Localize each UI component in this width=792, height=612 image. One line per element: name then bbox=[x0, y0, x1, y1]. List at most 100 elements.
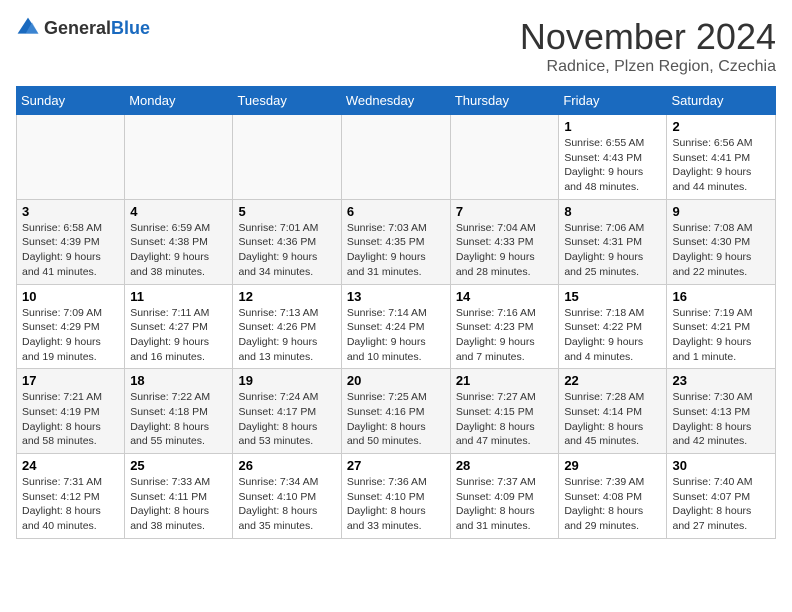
day-number: 2 bbox=[672, 119, 770, 134]
calendar-cell: 21Sunrise: 7:27 AM Sunset: 4:15 PM Dayli… bbox=[450, 369, 559, 454]
calendar-cell: 19 Sunrise: 7:24 AM Sunset: 4:17 PM Dayli… bbox=[233, 369, 341, 454]
calendar-cell bbox=[341, 115, 450, 200]
day-info: Sunrise: 6:55 AM Sunset: 4:43 PM Dayligh… bbox=[564, 136, 661, 195]
calendar-cell: 7Sunrise: 7:04 AM Sunset: 4:33 PM Daylig… bbox=[450, 199, 559, 284]
calendar-cell: 17 Sunrise: 7:21 AM Sunset: 4:19 PM Dayli… bbox=[17, 369, 125, 454]
calendar-header-cell: Monday bbox=[125, 87, 233, 115]
day-info: Sunrise: 7:39 AM Sunset: 4:08 PM Dayligh… bbox=[564, 475, 661, 534]
logo-text-general: General bbox=[44, 18, 111, 38]
calendar-cell: 10 Sunrise: 7:09 AM Sunset: 4:29 PM Dayli… bbox=[17, 284, 125, 369]
calendar-cell: 23Sunrise: 7:30 AM Sunset: 4:13 PM Dayli… bbox=[667, 369, 776, 454]
calendar-week-row: 3 Sunrise: 6:58 AM Sunset: 4:39 PM Daylig… bbox=[17, 199, 776, 284]
day-number: 26 bbox=[238, 458, 335, 473]
day-info: Sunrise: 7:01 AM Sunset: 4:36 PM Dayligh… bbox=[238, 221, 335, 280]
calendar-cell: 12 Sunrise: 7:13 AM Sunset: 4:26 PM Dayli… bbox=[233, 284, 341, 369]
day-info: Sunrise: 7:18 AM Sunset: 4:22 PM Dayligh… bbox=[564, 306, 661, 365]
day-number: 28 bbox=[456, 458, 554, 473]
calendar-cell: 13 Sunrise: 7:14 AM Sunset: 4:24 PM Dayli… bbox=[341, 284, 450, 369]
calendar-header-cell: Wednesday bbox=[341, 87, 450, 115]
day-info: Sunrise: 7:30 AM Sunset: 4:13 PM Dayligh… bbox=[672, 390, 770, 449]
day-number: 11 bbox=[130, 289, 227, 304]
calendar-cell bbox=[17, 115, 125, 200]
day-number: 7 bbox=[456, 204, 554, 219]
day-info: Sunrise: 7:13 AM Sunset: 4:26 PM Dayligh… bbox=[238, 306, 335, 365]
calendar-cell: 11 Sunrise: 7:11 AM Sunset: 4:27 PM Dayli… bbox=[125, 284, 233, 369]
calendar-week-row: 24 Sunrise: 7:31 AM Sunset: 4:12 PM Dayli… bbox=[17, 454, 776, 539]
day-info: Sunrise: 6:56 AM Sunset: 4:41 PM Dayligh… bbox=[672, 136, 770, 195]
calendar-week-row: 10 Sunrise: 7:09 AM Sunset: 4:29 PM Dayli… bbox=[17, 284, 776, 369]
day-number: 22 bbox=[564, 373, 661, 388]
calendar-cell: 26Sunrise: 7:34 AM Sunset: 4:10 PM Dayli… bbox=[233, 454, 341, 539]
day-info: Sunrise: 7:31 AM Sunset: 4:12 PM Dayligh… bbox=[22, 475, 119, 534]
day-info: Sunrise: 7:22 AM Sunset: 4:18 PM Dayligh… bbox=[130, 390, 227, 449]
calendar-cell: 15Sunrise: 7:18 AM Sunset: 4:22 PM Dayli… bbox=[559, 284, 667, 369]
day-info: Sunrise: 7:16 AM Sunset: 4:23 PM Dayligh… bbox=[456, 306, 554, 365]
calendar-cell bbox=[233, 115, 341, 200]
calendar-week-row: 1Sunrise: 6:55 AM Sunset: 4:43 PM Daylig… bbox=[17, 115, 776, 200]
title-section: November 2024 Radnice, Plzen Region, Cze… bbox=[520, 16, 776, 76]
calendar-cell: 5Sunrise: 7:01 AM Sunset: 4:36 PM Daylig… bbox=[233, 199, 341, 284]
day-number: 24 bbox=[22, 458, 119, 473]
day-number: 13 bbox=[347, 289, 445, 304]
calendar-cell: 22Sunrise: 7:28 AM Sunset: 4:14 PM Dayli… bbox=[559, 369, 667, 454]
day-number: 19 bbox=[238, 373, 335, 388]
day-number: 4 bbox=[130, 204, 227, 219]
day-number: 9 bbox=[672, 204, 770, 219]
day-number: 14 bbox=[456, 289, 554, 304]
calendar-header-row: SundayMondayTuesdayWednesdayThursdayFrid… bbox=[17, 87, 776, 115]
calendar-cell: 20 Sunrise: 7:25 AM Sunset: 4:16 PM Dayli… bbox=[341, 369, 450, 454]
day-number: 25 bbox=[130, 458, 227, 473]
calendar-cell: 29 Sunrise: 7:39 AM Sunset: 4:08 PM Dayli… bbox=[559, 454, 667, 539]
calendar-body: 1Sunrise: 6:55 AM Sunset: 4:43 PM Daylig… bbox=[17, 115, 776, 539]
calendar-header-cell: Thursday bbox=[450, 87, 559, 115]
day-info: Sunrise: 7:19 AM Sunset: 4:21 PM Dayligh… bbox=[672, 306, 770, 365]
day-number: 20 bbox=[347, 373, 445, 388]
day-info: Sunrise: 7:37 AM Sunset: 4:09 PM Dayligh… bbox=[456, 475, 554, 534]
day-info: Sunrise: 7:33 AM Sunset: 4:11 PM Dayligh… bbox=[130, 475, 227, 534]
calendar-cell: 2 Sunrise: 6:56 AM Sunset: 4:41 PM Daylig… bbox=[667, 115, 776, 200]
day-number: 3 bbox=[22, 204, 119, 219]
day-info: Sunrise: 7:21 AM Sunset: 4:19 PM Dayligh… bbox=[22, 390, 119, 449]
calendar-cell: 4 Sunrise: 6:59 AM Sunset: 4:38 PM Daylig… bbox=[125, 199, 233, 284]
calendar-cell bbox=[125, 115, 233, 200]
day-number: 30 bbox=[672, 458, 770, 473]
day-number: 27 bbox=[347, 458, 445, 473]
day-number: 10 bbox=[22, 289, 119, 304]
calendar-header-cell: Tuesday bbox=[233, 87, 341, 115]
calendar-header-cell: Saturday bbox=[667, 87, 776, 115]
calendar-cell: 3 Sunrise: 6:58 AM Sunset: 4:39 PM Daylig… bbox=[17, 199, 125, 284]
day-info: Sunrise: 6:58 AM Sunset: 4:39 PM Dayligh… bbox=[22, 221, 119, 280]
calendar: SundayMondayTuesdayWednesdayThursdayFrid… bbox=[16, 86, 776, 539]
calendar-cell: 28 Sunrise: 7:37 AM Sunset: 4:09 PM Dayli… bbox=[450, 454, 559, 539]
day-number: 17 bbox=[22, 373, 119, 388]
calendar-cell: 24 Sunrise: 7:31 AM Sunset: 4:12 PM Dayli… bbox=[17, 454, 125, 539]
calendar-header-cell: Sunday bbox=[17, 87, 125, 115]
calendar-cell: 8Sunrise: 7:06 AM Sunset: 4:31 PM Daylig… bbox=[559, 199, 667, 284]
day-info: Sunrise: 7:36 AM Sunset: 4:10 PM Dayligh… bbox=[347, 475, 445, 534]
calendar-cell: 30Sunrise: 7:40 AM Sunset: 4:07 PM Dayli… bbox=[667, 454, 776, 539]
day-info: Sunrise: 7:03 AM Sunset: 4:35 PM Dayligh… bbox=[347, 221, 445, 280]
day-number: 29 bbox=[564, 458, 661, 473]
calendar-cell bbox=[450, 115, 559, 200]
day-number: 18 bbox=[130, 373, 227, 388]
logo-icon bbox=[16, 16, 40, 40]
day-info: Sunrise: 7:06 AM Sunset: 4:31 PM Dayligh… bbox=[564, 221, 661, 280]
day-number: 6 bbox=[347, 204, 445, 219]
calendar-week-row: 17 Sunrise: 7:21 AM Sunset: 4:19 PM Dayli… bbox=[17, 369, 776, 454]
day-info: Sunrise: 7:08 AM Sunset: 4:30 PM Dayligh… bbox=[672, 221, 770, 280]
day-number: 12 bbox=[238, 289, 335, 304]
location-subtitle: Radnice, Plzen Region, Czechia bbox=[520, 58, 776, 76]
day-info: Sunrise: 7:14 AM Sunset: 4:24 PM Dayligh… bbox=[347, 306, 445, 365]
calendar-cell: 18 Sunrise: 7:22 AM Sunset: 4:18 PM Dayli… bbox=[125, 369, 233, 454]
day-info: Sunrise: 7:11 AM Sunset: 4:27 PM Dayligh… bbox=[130, 306, 227, 365]
day-info: Sunrise: 7:24 AM Sunset: 4:17 PM Dayligh… bbox=[238, 390, 335, 449]
logo-text-blue: Blue bbox=[111, 18, 150, 38]
day-info: Sunrise: 7:09 AM Sunset: 4:29 PM Dayligh… bbox=[22, 306, 119, 365]
logo: GeneralBlue bbox=[16, 16, 150, 40]
day-number: 21 bbox=[456, 373, 554, 388]
day-info: Sunrise: 6:59 AM Sunset: 4:38 PM Dayligh… bbox=[130, 221, 227, 280]
calendar-cell: 25 Sunrise: 7:33 AM Sunset: 4:11 PM Dayli… bbox=[125, 454, 233, 539]
day-info: Sunrise: 7:25 AM Sunset: 4:16 PM Dayligh… bbox=[347, 390, 445, 449]
calendar-cell: 16Sunrise: 7:19 AM Sunset: 4:21 PM Dayli… bbox=[667, 284, 776, 369]
calendar-cell: 1Sunrise: 6:55 AM Sunset: 4:43 PM Daylig… bbox=[559, 115, 667, 200]
